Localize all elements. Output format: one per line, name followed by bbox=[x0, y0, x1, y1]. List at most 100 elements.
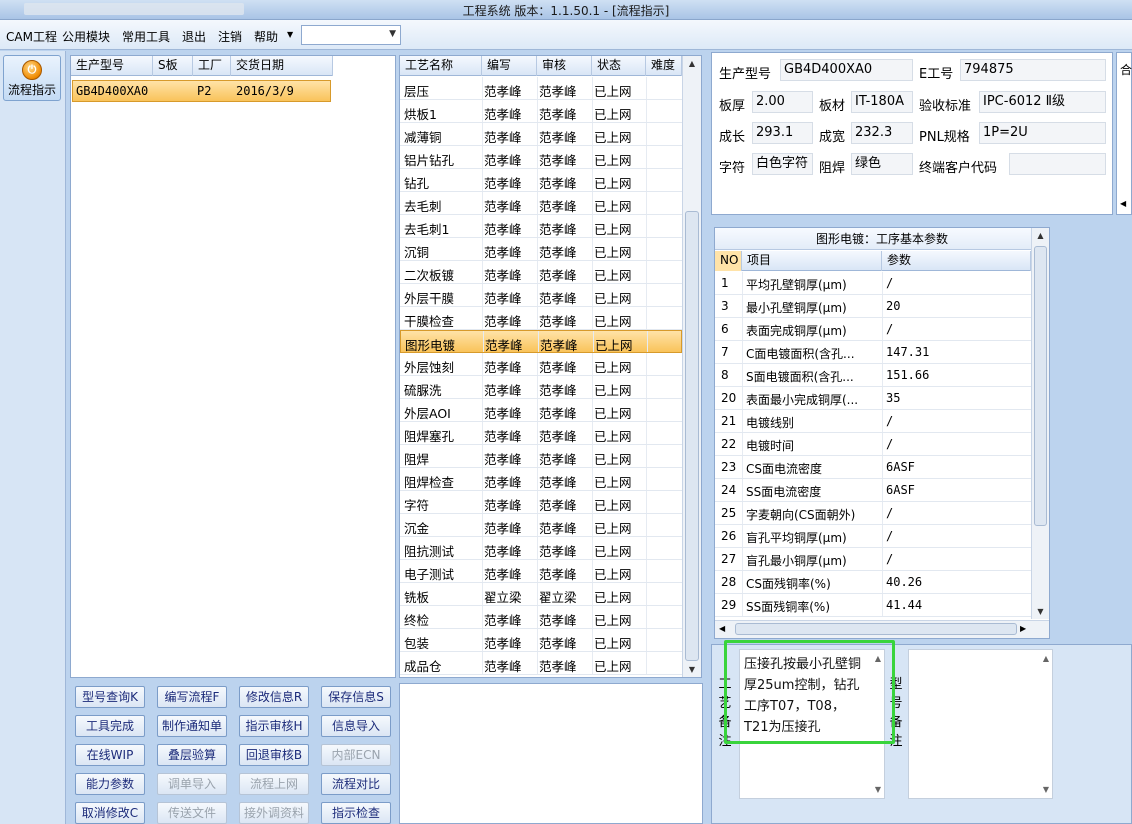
process-row[interactable]: 字符 范孝峰 范孝峰 已上网 bbox=[400, 491, 682, 514]
menu-tools[interactable]: 常用工具 bbox=[122, 28, 170, 45]
process-row[interactable]: 阻焊塞孔 范孝峰 范孝峰 已上网 bbox=[400, 422, 682, 445]
customer-code-field[interactable] bbox=[1009, 153, 1106, 175]
process-row[interactable]: 减薄铜 范孝峰 范孝峰 已上网 bbox=[400, 123, 682, 146]
process-row[interactable]: 铣板 翟立梁 翟立梁 已上网 bbox=[400, 583, 682, 606]
scroll-thumb[interactable] bbox=[685, 211, 699, 661]
param-row[interactable]: 20 表面最小完成铜厚(... 35 bbox=[715, 387, 1031, 410]
process-row[interactable]: 终检 范孝峰 范孝峰 已上网 bbox=[400, 606, 682, 629]
menu-help[interactable]: 帮助 bbox=[254, 28, 278, 45]
scroll-down-icon[interactable]: ▼ bbox=[1043, 785, 1049, 794]
param-row[interactable]: 24 SS面电流密度 6ASF bbox=[715, 479, 1031, 502]
col-s-board[interactable]: S板 bbox=[153, 56, 193, 76]
scroll-down-icon[interactable]: ▼ bbox=[1032, 607, 1049, 616]
action-button[interactable]: 叠层验算 bbox=[157, 744, 227, 766]
process-row[interactable]: 烘板1 范孝峰 范孝峰 已上网 bbox=[400, 100, 682, 123]
col-delivery[interactable]: 交货日期 bbox=[231, 56, 333, 76]
col-difficulty[interactable]: 难度 bbox=[646, 56, 682, 76]
col-author[interactable]: 编写 bbox=[482, 56, 537, 76]
col-param[interactable]: 参数 bbox=[882, 251, 1031, 271]
action-button[interactable]: 信息导入 bbox=[321, 715, 391, 737]
material-field[interactable]: IT-180A bbox=[851, 91, 913, 113]
model-field[interactable]: GB4D400XA0 bbox=[780, 59, 913, 81]
col-status[interactable]: 状态 bbox=[592, 56, 646, 76]
scroll-thumb[interactable] bbox=[1034, 246, 1047, 526]
action-button[interactable]: 回退审核B bbox=[239, 744, 309, 766]
action-button[interactable]: 指示检查 bbox=[321, 802, 391, 824]
param-row[interactable]: 22 电镀时间 / bbox=[715, 433, 1031, 456]
action-button[interactable]: 型号查询K bbox=[75, 686, 145, 708]
menu-cam[interactable]: CAM工程 bbox=[6, 28, 57, 45]
action-button[interactable]: 编写流程F bbox=[157, 686, 227, 708]
action-button[interactable]: 制作通知单 bbox=[157, 715, 227, 737]
action-button[interactable]: 能力参数 bbox=[75, 773, 145, 795]
col-reviewer[interactable]: 审核 bbox=[537, 56, 592, 76]
process-row[interactable]: 成品仓 范孝峰 范孝峰 已上网 bbox=[400, 652, 682, 675]
action-button[interactable]: 工具完成 bbox=[75, 715, 145, 737]
action-button[interactable]: 指示审核H bbox=[239, 715, 309, 737]
process-row[interactable]: 层压 范孝峰 范孝峰 已上网 bbox=[400, 77, 682, 100]
param-vscrollbar[interactable]: ▲ ▼ bbox=[1031, 228, 1049, 619]
order-row[interactable]: GB4D400XA0 P2 2016/3/9 bbox=[72, 80, 331, 102]
process-row[interactable]: 硫脲洗 范孝峰 范孝峰 已上网 bbox=[400, 376, 682, 399]
action-button[interactable]: 在线WIP bbox=[75, 744, 145, 766]
process-row[interactable]: 钻孔 范孝峰 范孝峰 已上网 bbox=[400, 169, 682, 192]
param-row[interactable]: 21 电镀线别 / bbox=[715, 410, 1031, 433]
param-row[interactable]: 6 表面完成铜厚(μm) / bbox=[715, 318, 1031, 341]
model-note-box[interactable]: ▲ ▼ bbox=[908, 649, 1053, 799]
menu-logout[interactable]: 注销 bbox=[218, 28, 242, 45]
process-row[interactable]: 阻焊 范孝峰 范孝峰 已上网 bbox=[400, 445, 682, 468]
mask-field[interactable]: 绿色 bbox=[851, 153, 913, 175]
scroll-up-icon[interactable]: ▲ bbox=[1032, 231, 1049, 240]
standard-field[interactable]: IPC-6012 Ⅱ级 bbox=[979, 91, 1106, 113]
action-button[interactable]: 修改信息R bbox=[239, 686, 309, 708]
flow-instruction-button[interactable]: ⏻ 流程指示 bbox=[3, 55, 61, 101]
col-process-name[interactable]: 工艺名称 bbox=[400, 56, 482, 76]
scroll-down-icon[interactable]: ▼ bbox=[683, 665, 701, 674]
process-row[interactable]: 外层蚀刻 范孝峰 范孝峰 已上网 bbox=[400, 353, 682, 376]
process-row[interactable]: 阻抗测试 范孝峰 范孝峰 已上网 bbox=[400, 537, 682, 560]
process-row[interactable]: 去毛刺 范孝峰 范孝峰 已上网 bbox=[400, 192, 682, 215]
action-button[interactable]: 流程对比 bbox=[321, 773, 391, 795]
col-factory[interactable]: 工厂 bbox=[193, 56, 231, 76]
scroll-right-icon[interactable]: ▶ bbox=[1020, 624, 1026, 633]
process-row[interactable]: 铝片钻孔 范孝峰 范孝峰 已上网 bbox=[400, 146, 682, 169]
process-row[interactable]: 去毛刺1 范孝峰 范孝峰 已上网 bbox=[400, 215, 682, 238]
param-row[interactable]: 27 盲孔最小铜厚(μm) / bbox=[715, 548, 1031, 571]
action-button[interactable]: 取消修改C bbox=[75, 802, 145, 824]
process-row[interactable]: 二次板镀 范孝峰 范孝峰 已上网 bbox=[400, 261, 682, 284]
param-row[interactable]: 1 平均孔壁铜厚(μm) / bbox=[715, 272, 1031, 295]
toolbar-combo[interactable]: ▼ bbox=[301, 25, 401, 45]
pnl-field[interactable]: 1P=2U bbox=[979, 122, 1106, 144]
scroll-up-icon[interactable]: ▲ bbox=[1043, 654, 1049, 663]
process-row[interactable]: 沉铜 范孝峰 范孝峰 已上网 bbox=[400, 238, 682, 261]
scroll-up-icon[interactable]: ▲ bbox=[683, 59, 701, 68]
hscroll-thumb[interactable] bbox=[735, 623, 1017, 635]
char-field[interactable]: 白色字符 bbox=[752, 153, 813, 175]
param-row[interactable]: 8 S面电镀面积(含孔... 151.66 bbox=[715, 364, 1031, 387]
e-no-field[interactable]: 794875 bbox=[960, 59, 1106, 81]
process-row[interactable]: 包装 范孝峰 范孝峰 已上网 bbox=[400, 629, 682, 652]
scroll-down-icon[interactable]: ▼ bbox=[875, 785, 881, 794]
menu-exit[interactable]: 退出 bbox=[182, 28, 206, 45]
process-row[interactable]: 阻焊检查 范孝峰 范孝峰 已上网 bbox=[400, 468, 682, 491]
process-scrollbar[interactable]: ▲ ▼ bbox=[682, 56, 701, 677]
param-hscrollbar[interactable]: ◀ ▶ bbox=[715, 620, 1049, 638]
col-no[interactable]: NO bbox=[715, 251, 742, 271]
param-row[interactable]: 29 SS面残铜率(%) 41.44 bbox=[715, 594, 1031, 617]
param-row[interactable]: 3 最小孔壁铜厚(μm) 20 bbox=[715, 295, 1031, 318]
process-row[interactable]: 外层干膜 范孝峰 范孝峰 已上网 bbox=[400, 284, 682, 307]
param-row[interactable]: 25 字麦朝向(CS面朝外) / bbox=[715, 502, 1031, 525]
process-row[interactable]: 外层AOI 范孝峰 范孝峰 已上网 bbox=[400, 399, 682, 422]
scroll-left-icon[interactable]: ◀ bbox=[719, 624, 725, 633]
scroll-left-icon[interactable]: ◀ bbox=[1120, 199, 1126, 208]
action-button[interactable]: 保存信息S bbox=[321, 686, 391, 708]
col-model[interactable]: 生产型号 bbox=[71, 56, 153, 76]
param-row[interactable]: 26 盲孔平均铜厚(μm) / bbox=[715, 525, 1031, 548]
process-row[interactable]: 电子测试 范孝峰 范孝峰 已上网 bbox=[400, 560, 682, 583]
length-field[interactable]: 293.1 bbox=[752, 122, 813, 144]
width-field[interactable]: 232.3 bbox=[851, 122, 913, 144]
thickness-field[interactable]: 2.00 bbox=[752, 91, 813, 113]
process-row[interactable]: 图形电镀 范孝峰 范孝峰 已上网 bbox=[400, 330, 682, 353]
process-row[interactable]: 沉金 范孝峰 范孝峰 已上网 bbox=[400, 514, 682, 537]
menu-common-modules[interactable]: 公用模块 bbox=[62, 28, 110, 45]
